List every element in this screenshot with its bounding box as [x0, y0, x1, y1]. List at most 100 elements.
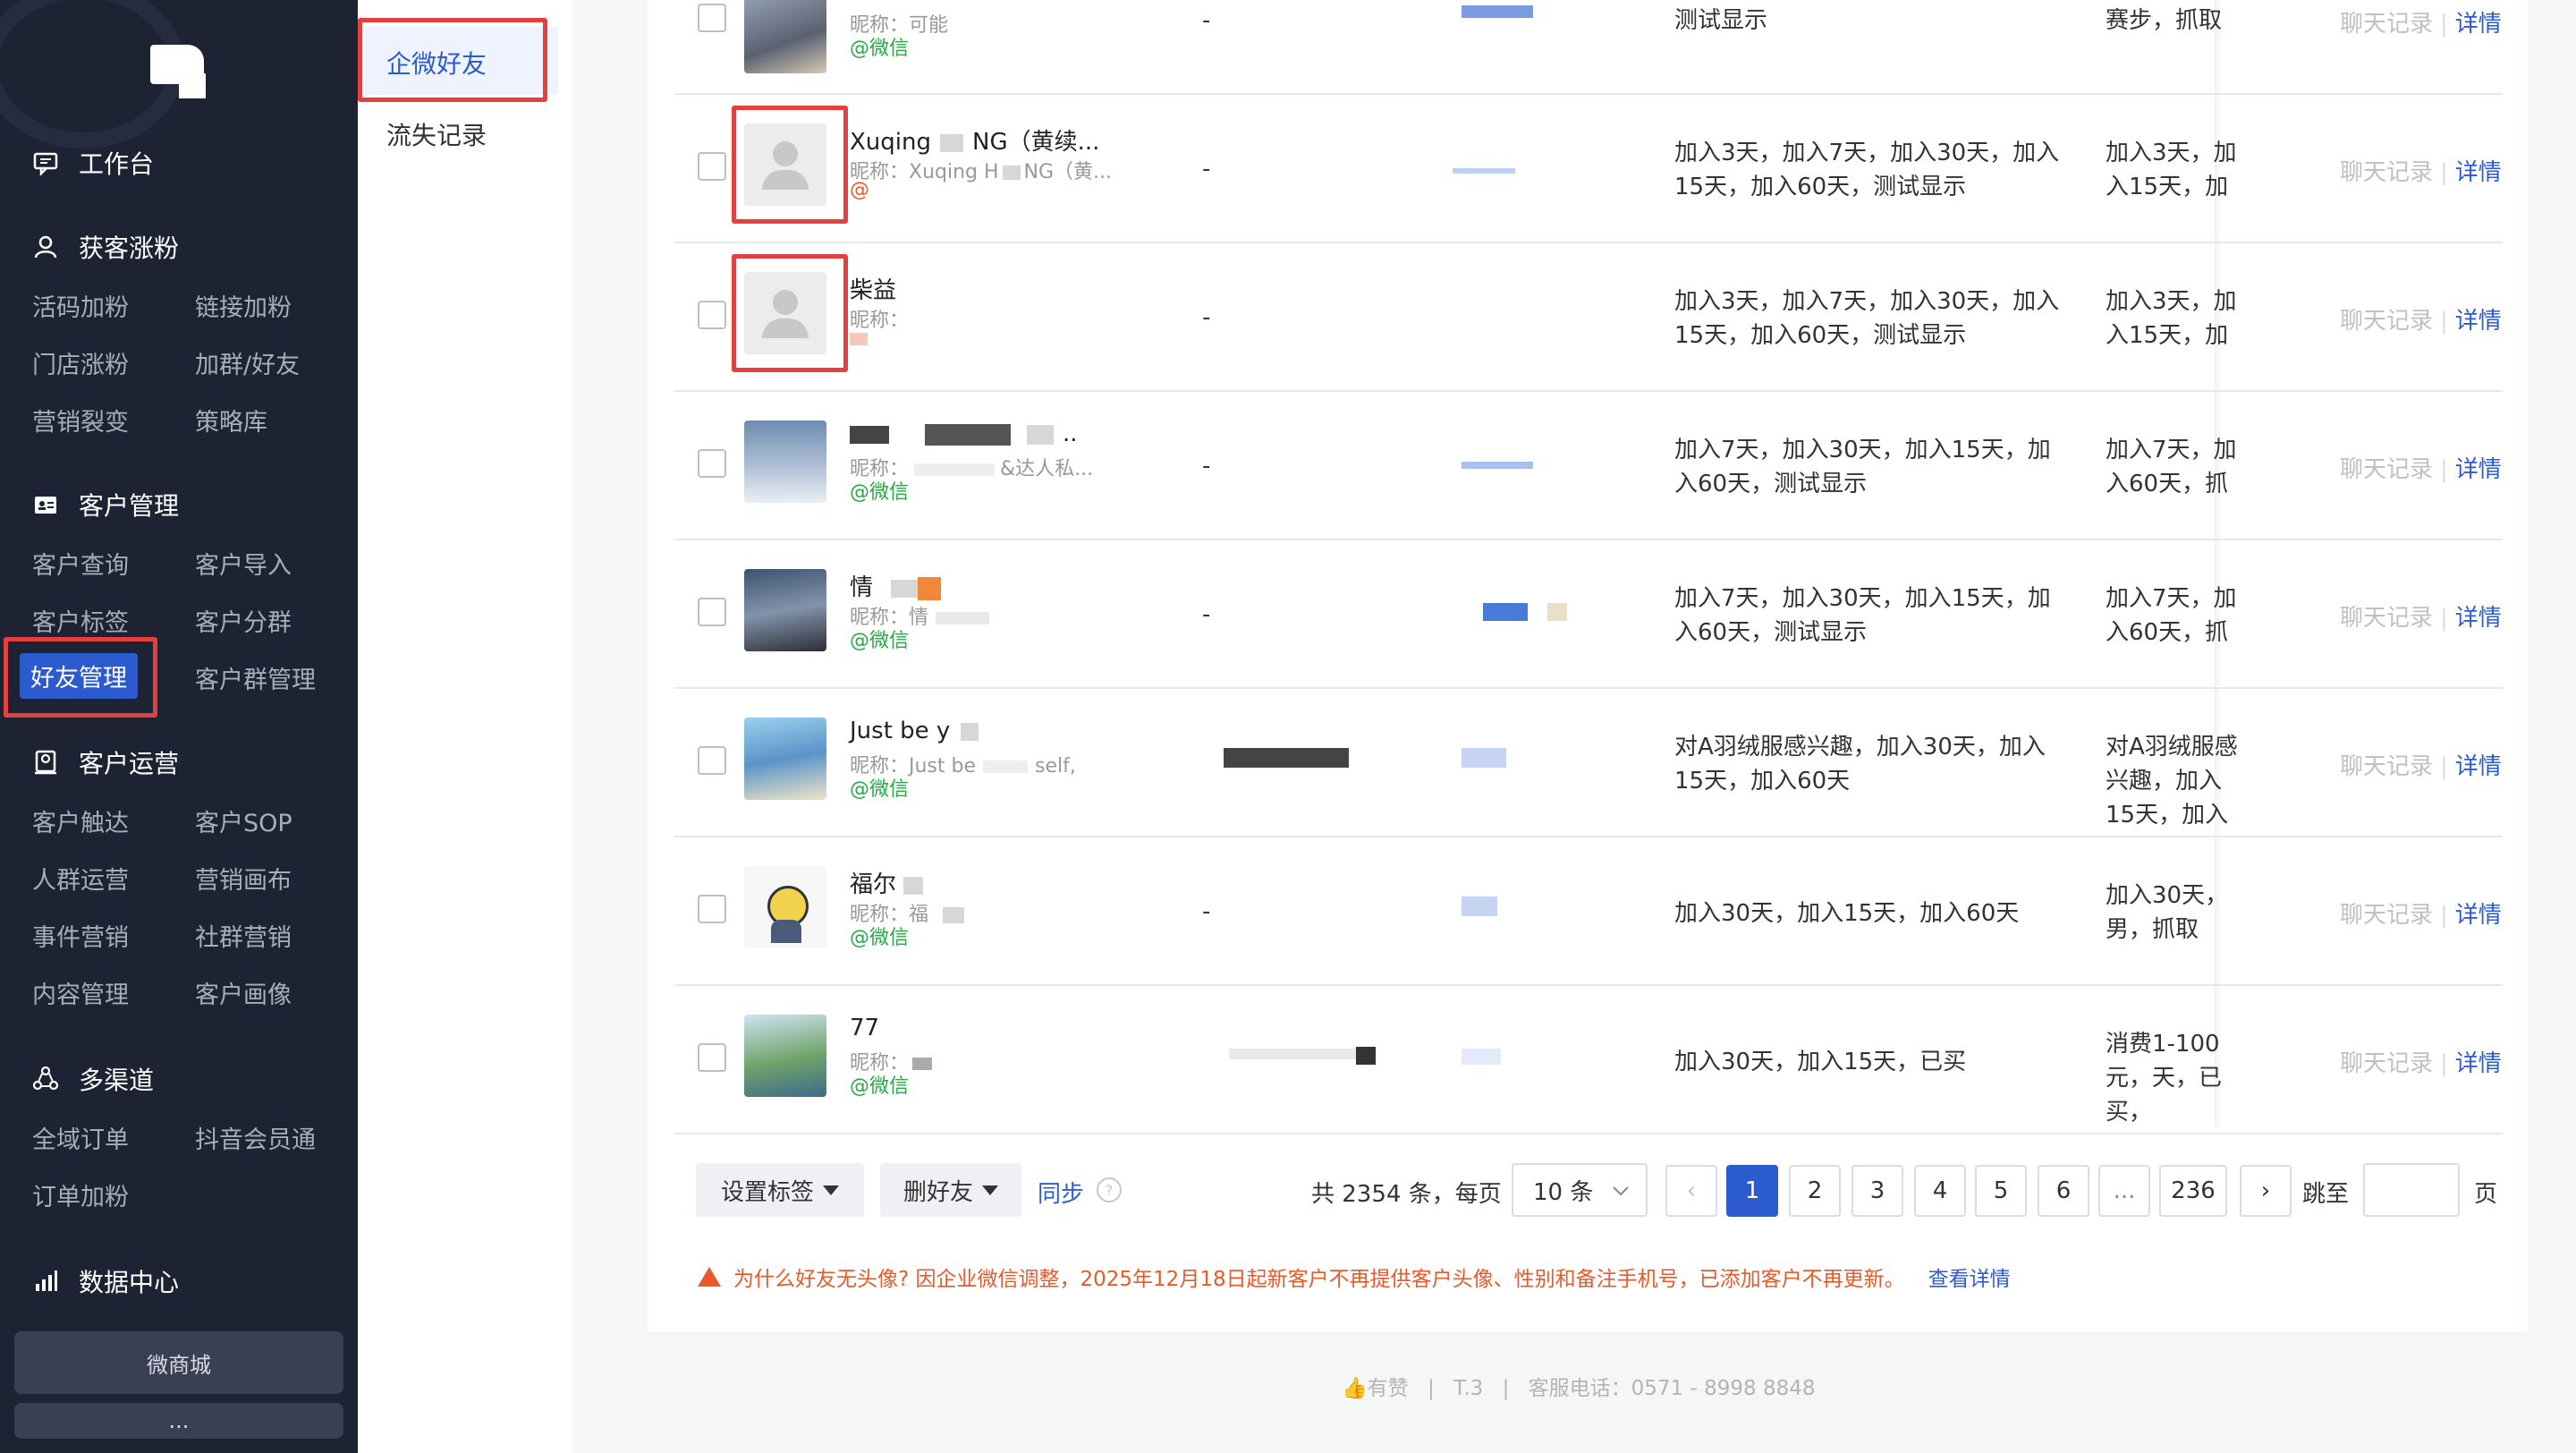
- sidebar-item-crowd[interactable]: 人群运营: [32, 861, 129, 896]
- staff-redacted: [1462, 748, 1506, 768]
- row-checkbox[interactable]: [698, 1043, 726, 1072]
- detail-link[interactable]: 详情: [2455, 605, 2502, 632]
- row-checkbox[interactable]: [698, 449, 726, 478]
- set-tag-label: 设置标签: [720, 1178, 814, 1206]
- share-icon: [32, 1066, 59, 1092]
- sidebar-item-reach[interactable]: 客户触达: [32, 803, 129, 838]
- table-row: 情 昵称：情 @微信 - 加入7天，加入30天，加入15天，加入60天，测试显示…: [674, 539, 2503, 689]
- sidebar-item-canvas[interactable]: 营销画布: [195, 861, 292, 896]
- source-redacted: [850, 333, 868, 345]
- detail-link[interactable]: 详情: [2455, 753, 2502, 780]
- row-actions: 聊天记录 | 详情: [2340, 154, 2502, 187]
- row-checkbox[interactable]: [698, 746, 726, 775]
- sidebar-item-event[interactable]: 事件营销: [32, 918, 129, 953]
- sub-navigation: 企微好友 流失记录: [358, 0, 572, 1453]
- sidebar-item-content[interactable]: 内容管理: [32, 975, 129, 1010]
- people-icon: [32, 749, 59, 776]
- sidebar-item-link-add[interactable]: 链接加粉: [195, 288, 292, 323]
- page-button[interactable]: 2: [1789, 1165, 1841, 1217]
- sync-button[interactable]: 同步: [1038, 1176, 1084, 1209]
- sidebar-item-douyin[interactable]: 抖音会员通: [195, 1120, 316, 1155]
- chat-record-link[interactable]: 聊天记录: [2340, 902, 2433, 929]
- sidebar-item-portrait[interactable]: 客户画像: [195, 975, 292, 1010]
- sidebar-item-community[interactable]: 社群营销: [195, 918, 292, 953]
- sidebar-workbench-label: 工作台: [79, 149, 155, 179]
- jump-page-input[interactable]: [2363, 1163, 2460, 1217]
- help-icon[interactable]: ?: [1097, 1177, 1122, 1202]
- subnav-item-lost-records[interactable]: 流失记录: [386, 116, 487, 152]
- sidebar-item-qrcode-add[interactable]: 活码加粉: [32, 288, 129, 323]
- sidebar-item-strategy[interactable]: 策略库: [195, 403, 267, 438]
- table-row: 昵称：可能 @微信 - 测试显示 赛步，抓取 聊天记录 | 详情: [674, 0, 2503, 95]
- bar-chart-icon: [32, 1268, 59, 1295]
- sidebar-item-group-management[interactable]: 客户群管理: [195, 660, 316, 695]
- page-button[interactable]: 5: [1975, 1165, 2027, 1217]
- chat-record-link[interactable]: 聊天记录: [2340, 605, 2433, 632]
- divider: |: [2440, 902, 2448, 929]
- detail-link[interactable]: 详情: [2455, 902, 2502, 929]
- page-button[interactable]: 3: [1852, 1165, 1903, 1217]
- chat-record-link[interactable]: 聊天记录: [2340, 1050, 2433, 1077]
- detail-link[interactable]: 详情: [2455, 159, 2502, 186]
- sidebar-item-customer-query[interactable]: 客户查询: [32, 546, 129, 581]
- page-button[interactable]: 1: [1726, 1165, 1778, 1217]
- next-page-button[interactable]: ›: [2240, 1165, 2292, 1217]
- warning-icon: [698, 1267, 721, 1287]
- sidebar-section-title: 客户管理: [79, 491, 180, 521]
- tags-cell: 测试显示: [1674, 7, 1768, 34]
- chat-record-link[interactable]: 聊天记录: [2340, 159, 2433, 186]
- chat-record-link[interactable]: 聊天记录: [2340, 753, 2433, 780]
- micro-mall-button[interactable]: 微商城: [14, 1331, 343, 1394]
- sidebar-item-fission[interactable]: 营销裂变: [32, 403, 129, 438]
- sidebar-item-workbench[interactable]: 工作台: [32, 145, 154, 181]
- sidebar-item-customer-import[interactable]: 客户导入: [195, 546, 292, 581]
- prev-page-button[interactable]: ‹: [1665, 1165, 1717, 1217]
- sidebar-item-customer-segment[interactable]: 客户分群: [195, 603, 292, 638]
- sidebar-section-acquire[interactable]: 获客涨粉: [32, 229, 179, 265]
- chat-record-link[interactable]: 聊天记录: [2340, 308, 2433, 335]
- sidebar-section-customer[interactable]: 客户管理: [32, 487, 179, 523]
- detail-link[interactable]: 详情: [2455, 308, 2502, 335]
- mobile-value: -: [1202, 453, 1211, 480]
- delete-friend-button[interactable]: 删好友: [880, 1163, 1021, 1217]
- sidebar-item-group-friend[interactable]: 加群/好友: [195, 345, 300, 380]
- tags-cell-2: 加入30天，男，抓取: [2106, 882, 2229, 943]
- tags-cell: 加入7天，加入30天，加入15天，加入60天，测试显示: [1674, 437, 2051, 497]
- page-button[interactable]: 6: [2038, 1165, 2089, 1217]
- page-button[interactable]: 236: [2159, 1165, 2227, 1217]
- sidebar-section-data[interactable]: 数据中心: [32, 1263, 179, 1299]
- table-row: 77 昵称： @微信 加入30天，加入15天，已买 消费1-100元，天，已买，…: [674, 984, 2503, 1134]
- row-checkbox[interactable]: [698, 895, 726, 923]
- more-button[interactable]: ...: [14, 1403, 343, 1439]
- sidebar-item-customer-tags[interactable]: 客户标签: [32, 603, 129, 638]
- row-checkbox[interactable]: [698, 4, 726, 32]
- sidebar-section-operation[interactable]: 客户运营: [32, 744, 179, 780]
- chat-record-link[interactable]: 聊天记录: [2340, 456, 2433, 483]
- chat-record-link[interactable]: 聊天记录: [2340, 11, 2433, 38]
- row-checkbox[interactable]: [698, 598, 726, 626]
- view-detail-link[interactable]: 查看详情: [1928, 1262, 2011, 1292]
- tags-cell-2: 加入3天，加入15天，加: [2106, 140, 2237, 200]
- mobile-value: -: [1202, 601, 1211, 628]
- thumb-icon: 👍: [1342, 1377, 1368, 1400]
- page-size-select[interactable]: 10 条: [1512, 1163, 1648, 1217]
- row-checkbox[interactable]: [698, 152, 726, 181]
- detail-link[interactable]: 详情: [2455, 456, 2502, 483]
- page-suffix: 页: [2474, 1181, 2498, 1208]
- page-button[interactable]: 4: [1914, 1165, 1966, 1217]
- avatar: [744, 718, 826, 800]
- sidebar-item-orders[interactable]: 全域订单: [32, 1120, 129, 1155]
- sidebar-item-sop[interactable]: 客户SOP: [195, 803, 292, 838]
- detail-link[interactable]: 详情: [2455, 11, 2502, 38]
- row-actions: 聊天记录 | 详情: [2340, 451, 2502, 484]
- row-checkbox[interactable]: [698, 301, 726, 329]
- total-count: 共 2354 条，每页: [1311, 1181, 1502, 1208]
- detail-link[interactable]: 详情: [2455, 1050, 2502, 1077]
- page-ellipsis[interactable]: ...: [2098, 1165, 2150, 1217]
- friend-source: @微信: [850, 927, 910, 949]
- sidebar-item-order-add[interactable]: 订单加粉: [32, 1177, 129, 1212]
- sidebar-item-store-growth[interactable]: 门店涨粉: [32, 345, 129, 380]
- row-actions: 聊天记录 | 详情: [2340, 302, 2502, 336]
- set-tag-button[interactable]: 设置标签: [696, 1163, 864, 1217]
- sidebar-section-channel[interactable]: 多渠道: [32, 1061, 154, 1097]
